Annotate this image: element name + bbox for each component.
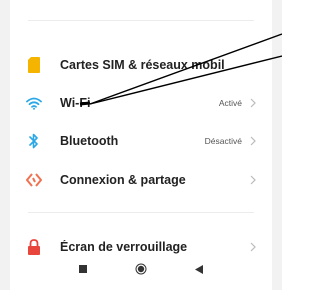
left-margin: [0, 0, 10, 290]
chevron-right-icon: [248, 242, 258, 252]
settings-item-sim[interactable]: Cartes SIM & réseaux mobil: [10, 48, 272, 82]
chevron-right-icon: [248, 175, 258, 185]
settings-panel: Cartes SIM & réseaux mobil Wi-Fi Activé …: [10, 0, 272, 290]
status-text: Activé: [218, 98, 242, 108]
top-divider: [28, 20, 254, 21]
settings-item-bluetooth[interactable]: Bluetooth Désactivé: [10, 124, 272, 158]
settings-item-label: Bluetooth: [60, 134, 119, 148]
back-icon[interactable]: [192, 262, 206, 276]
status-text: Désactivé: [204, 136, 242, 146]
sim-card-icon: [26, 57, 42, 73]
recent-apps-icon[interactable]: [76, 262, 90, 276]
right-margin: [272, 0, 282, 290]
navigation-bar: [10, 256, 272, 282]
settings-item-label: Écran de verrouillage: [60, 240, 188, 254]
bluetooth-icon: [26, 133, 42, 149]
home-icon[interactable]: [134, 262, 148, 276]
chevron-right-icon: [248, 136, 258, 146]
section-divider: [28, 212, 254, 213]
settings-item-wifi[interactable]: Wi-Fi Activé: [10, 86, 272, 120]
settings-item-label: Connexion & partage: [60, 173, 186, 187]
share-connection-icon: [26, 172, 42, 188]
settings-item-label: Wi-Fi: [60, 96, 91, 110]
wifi-icon: [26, 95, 42, 111]
lock-icon: [26, 239, 42, 255]
chevron-right-icon: [248, 98, 258, 108]
settings-item-connection-sharing[interactable]: Connexion & partage: [10, 163, 272, 197]
settings-item-label: Cartes SIM & réseaux mobil: [60, 58, 225, 72]
